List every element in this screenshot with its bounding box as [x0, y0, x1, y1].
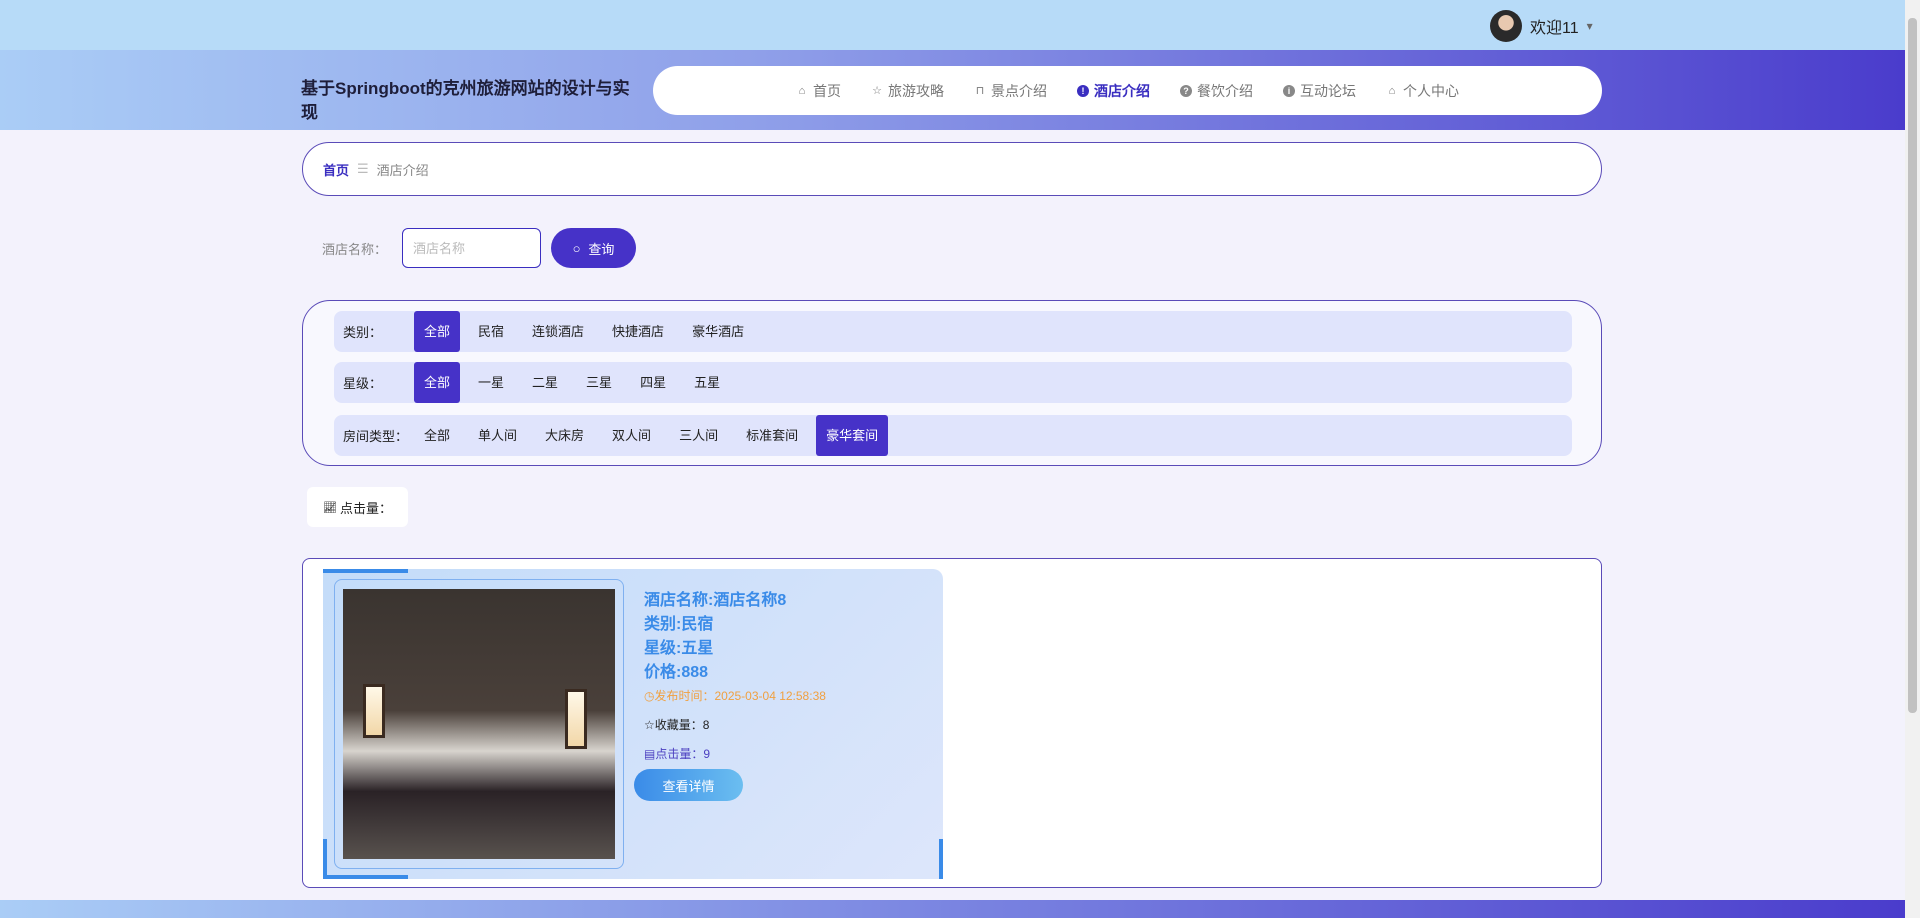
- publish-time-text: 发布时间：2025-03-04 12:58:38: [654, 689, 826, 703]
- welcome-text: 欢迎11: [1530, 20, 1579, 37]
- clicks-text: 点击量：9: [655, 747, 711, 761]
- user-menu[interactable]: 欢迎11 ▾: [1490, 10, 1593, 42]
- nav-label: 个人中心: [1403, 82, 1459, 99]
- filter-option[interactable]: 双人间: [602, 415, 661, 456]
- filter-option[interactable]: 连锁酒店: [522, 311, 594, 352]
- filter-label: 类别：: [343, 325, 383, 340]
- main-nav: ⌂ 首页 ☆ 旅游攻略 ⊓ 景点介绍 ! 酒店介绍 ? 餐饮介绍 i 互动论坛 ⌂ 个人中心: [653, 66, 1602, 115]
- nav-dining[interactable]: ? 餐饮介绍: [1180, 81, 1253, 101]
- filter-label: 星级：: [343, 376, 383, 391]
- breadcrumb-separator-icon: ☰: [357, 161, 369, 176]
- filter-room-type: 房间类型： 全部 单人间 大床房 双人间 三人间 标准套间 豪华套间: [334, 415, 1572, 456]
- breadcrumb-home[interactable]: 首页: [323, 160, 349, 179]
- publish-time: ◷发布时间：2025-03-04 12:58:38: [644, 687, 826, 704]
- site-title: 基于Springboot的克州旅游网站的设计与实现: [301, 79, 630, 122]
- hotel-info: 酒店名称:酒店名称8 类别:民宿 星级:五星 价格:888 ◷发布时间：2025…: [644, 589, 826, 762]
- lamp: [565, 689, 587, 749]
- sort-label: 点击量：: [339, 500, 392, 516]
- breadcrumb-current: 酒店介绍: [376, 162, 429, 178]
- header: 基于Springboot的克州旅游网站的设计与实现 ⌂ 首页 ☆ 旅游攻略 ⊓ 景点介…: [0, 50, 1905, 130]
- star-icon: ☆: [644, 718, 655, 732]
- search-icon: ○: [572, 240, 581, 256]
- nav-label: 首页: [813, 82, 841, 99]
- filter-option[interactable]: 单人间: [468, 415, 527, 456]
- filter-option[interactable]: 三人间: [669, 415, 728, 456]
- filter-panel: 类别： 全部 民宿 连锁酒店 快捷酒店 豪华酒店 星级： 全部 一星 二星 三星 四星 五星 房间类型…: [302, 300, 1602, 466]
- filter-option[interactable]: 民宿: [468, 311, 514, 352]
- home-icon: ⌂: [798, 84, 806, 97]
- nav-attractions[interactable]: ⊓ 景点介绍: [974, 81, 1047, 101]
- document-icon: ▤: [644, 747, 656, 761]
- corner-decoration: [323, 839, 327, 879]
- nav-profile[interactable]: ⌂ 个人中心: [1386, 81, 1459, 101]
- filter-option[interactable]: 一星: [468, 362, 514, 403]
- avatar: [1490, 10, 1522, 42]
- info-icon: i: [1283, 84, 1295, 97]
- results-panel: 酒店名称:酒店名称8 类别:民宿 星级:五星 价格:888 ◷发布时间：2025…: [302, 558, 1602, 888]
- nav-label: 景点介绍: [991, 82, 1047, 99]
- hotel-name-input[interactable]: [402, 228, 541, 268]
- hotel-name-label: 酒店名称：: [322, 241, 388, 257]
- favorites-count: ☆收藏量：8: [644, 716, 826, 733]
- home-icon: ⌂: [1388, 84, 1396, 97]
- clicks-count: ▤点击量：9: [644, 745, 826, 762]
- nav-forum[interactable]: i 互动论坛: [1283, 81, 1356, 101]
- corner-decoration: [939, 839, 943, 879]
- hotel-star: 星级:五星: [644, 640, 714, 657]
- hotel-card[interactable]: 酒店名称:酒店名称8 类别:民宿 星级:五星 价格:888 ◷发布时间：2025…: [323, 569, 943, 879]
- nav-label: 餐饮介绍: [1197, 82, 1253, 99]
- search-button[interactable]: ○ 查询: [551, 228, 636, 268]
- lamp: [363, 684, 385, 738]
- bag-icon: ⊓: [975, 84, 985, 97]
- nav-guides[interactable]: ☆ 旅游攻略: [871, 81, 944, 101]
- search-button-label: 查询: [588, 241, 615, 257]
- scrollbar[interactable]: [1905, 0, 1920, 918]
- filter-label: 房间类型：: [343, 429, 409, 444]
- nav-hotels[interactable]: ! 酒店介绍: [1077, 81, 1150, 101]
- scrollbar-thumb[interactable]: [1908, 18, 1917, 713]
- sort-by-clicks[interactable]: 📈︎ 点击量：: [307, 487, 408, 527]
- footer-bar: [0, 900, 1905, 918]
- filter-option[interactable]: 五星: [684, 362, 730, 403]
- top-bar: 欢迎11 ▾: [0, 0, 1905, 50]
- star-icon: ☆: [872, 84, 882, 97]
- nav-label: 酒店介绍: [1094, 82, 1150, 99]
- corner-decoration: [323, 875, 408, 879]
- nav-label: 互动论坛: [1300, 82, 1356, 99]
- favorites-text: 收藏量：8: [654, 718, 710, 732]
- chart-icon: 📈︎: [323, 501, 337, 514]
- filter-option[interactable]: 豪华酒店: [682, 311, 754, 352]
- hotel-image-frame: [334, 579, 624, 869]
- question-icon: ?: [1180, 84, 1192, 97]
- hotel-name: 酒店名称:酒店名称8: [644, 592, 787, 609]
- hotel-image[interactable]: [343, 589, 615, 859]
- corner-decoration: [323, 569, 408, 573]
- filter-option[interactable]: 快捷酒店: [602, 311, 674, 352]
- info-icon: !: [1077, 84, 1089, 97]
- filter-option[interactable]: 全部: [414, 362, 461, 403]
- filter-star: 星级： 全部 一星 二星 三星 四星 五星: [334, 362, 1572, 403]
- filter-option[interactable]: 全部: [414, 311, 461, 352]
- filter-option[interactable]: 豪华套间: [816, 415, 889, 456]
- hotel-category: 类别:民宿: [644, 616, 714, 633]
- caret-down-icon: ▾: [1586, 19, 1593, 33]
- search-bar: 酒店名称： ○ 查询: [322, 228, 636, 268]
- hotel-price: 价格:888: [644, 664, 709, 681]
- nav-home[interactable]: ⌂ 首页: [796, 81, 841, 101]
- filter-option[interactable]: 标准套间: [736, 415, 808, 456]
- clock-icon: ◷: [644, 689, 655, 703]
- nav-label: 旅游攻略: [888, 82, 944, 99]
- filter-option[interactable]: 二星: [522, 362, 568, 403]
- filter-option[interactable]: 三星: [576, 362, 622, 403]
- filter-option[interactable]: 四星: [630, 362, 676, 403]
- breadcrumb: 首页 ☰ 酒店介绍: [302, 142, 1602, 196]
- filter-option[interactable]: 全部: [414, 415, 460, 456]
- view-details-button[interactable]: 查看详情: [634, 769, 743, 801]
- filter-option[interactable]: 大床房: [535, 415, 594, 456]
- filter-category: 类别： 全部 民宿 连锁酒店 快捷酒店 豪华酒店: [334, 311, 1572, 352]
